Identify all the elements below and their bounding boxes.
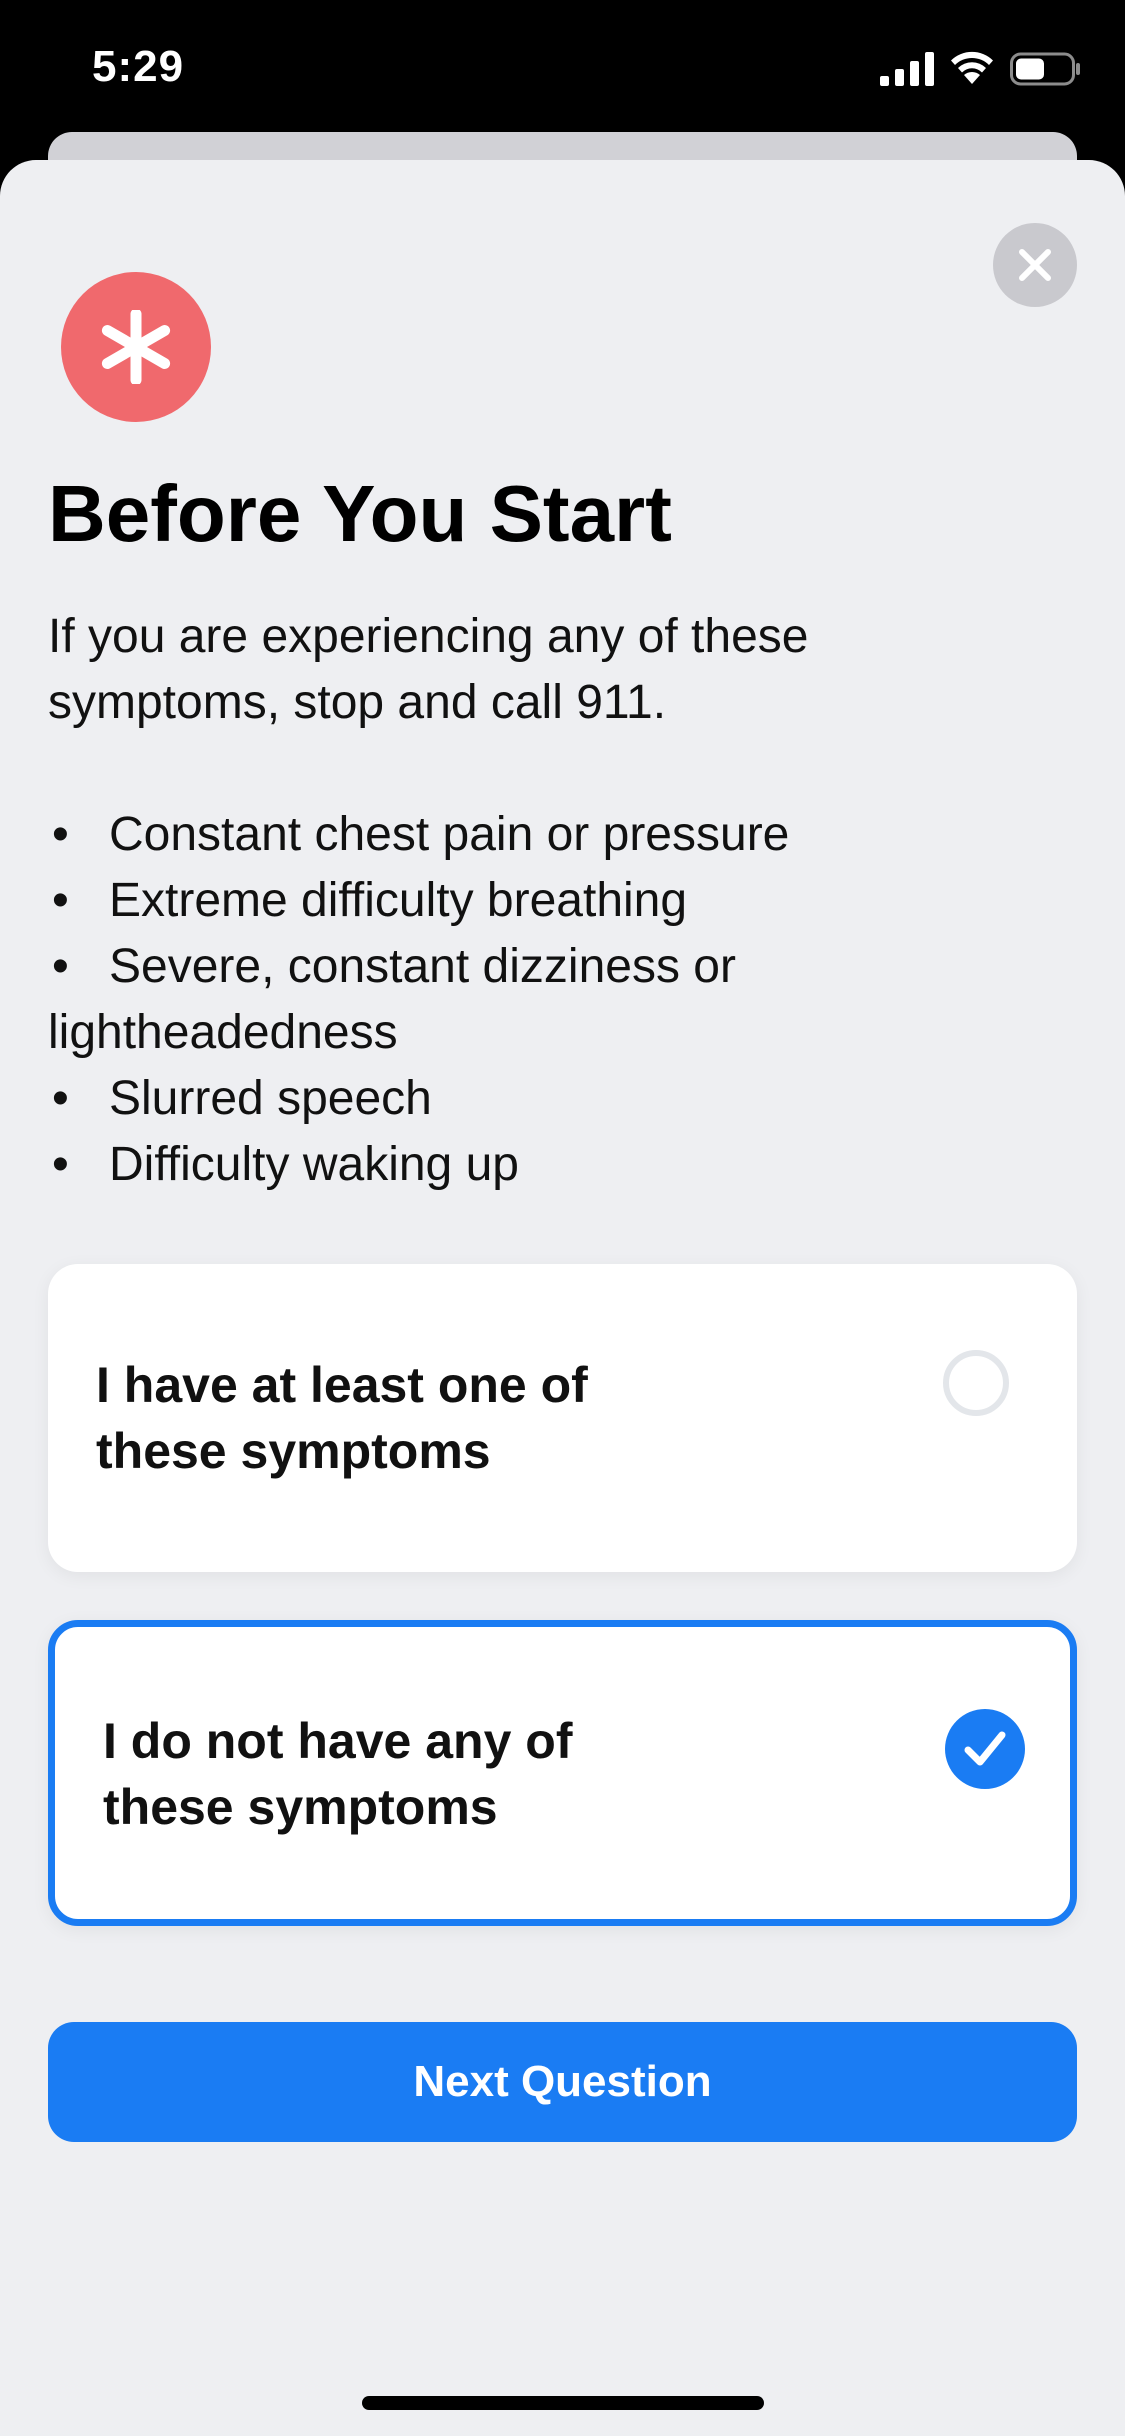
page-title: Before You Start [48,469,672,558]
radio-unchecked-icon[interactable] [943,1350,1009,1416]
checkmark-icon [964,1731,1006,1766]
option-label-line: I have at least one of [96,1357,588,1413]
next-question-button[interactable]: Next Question [48,2022,1077,2142]
symptom-item: • Slurred speech [48,1066,1068,1132]
option-label: I do not have any of these symptoms [103,1708,703,1840]
option-label: I have at least one of these symptoms [96,1352,696,1484]
bullet: • [52,940,69,993]
bullet: • [52,1072,69,1125]
symptom-text: Extreme difficulty breathing [109,874,688,927]
symptom-item: • Difficulty waking up [48,1132,1068,1198]
home-indicator[interactable] [362,2396,764,2410]
option-no-symptoms[interactable]: I do not have any of these symptoms [48,1620,1077,1926]
asterisk-icon [101,310,171,384]
wifi-icon [951,51,993,84]
cellular-signal-icon [880,52,934,86]
symptom-text: Difficulty waking up [109,1138,519,1191]
symptom-text: Constant chest pain or pressure [109,808,790,861]
radio-checked[interactable] [945,1709,1025,1789]
intro-text: If you are experiencing any of these sym… [48,610,809,729]
close-icon [1019,249,1051,281]
symptom-text: Severe, constant dizziness or lightheade… [48,940,736,1059]
bullet: • [52,1138,69,1191]
status-bar: 5:29 [0,0,1125,140]
battery-icon [1010,52,1080,86]
option-label-line: these symptoms [96,1423,491,1479]
status-time: 5:29 [92,42,185,91]
option-has-symptoms[interactable]: I have at least one of these symptoms [48,1264,1077,1572]
symptom-item: • Constant chest pain or pressure [48,802,1068,868]
bullet: • [52,808,69,861]
symptom-text: Slurred speech [109,1072,432,1125]
bullet: • [52,874,69,927]
option-label-line: these symptoms [103,1779,498,1835]
symptom-list: • Constant chest pain or pressure • Extrem… [48,802,1068,1198]
symptom-item: • Severe, constant dizziness or lighthead… [48,934,1068,1066]
option-label-line: I do not have any of [103,1713,573,1769]
symptom-item: • Extreme difficulty breathing [48,868,1068,934]
close-button[interactable] [993,223,1077,307]
hero-icon-circle [61,272,211,422]
